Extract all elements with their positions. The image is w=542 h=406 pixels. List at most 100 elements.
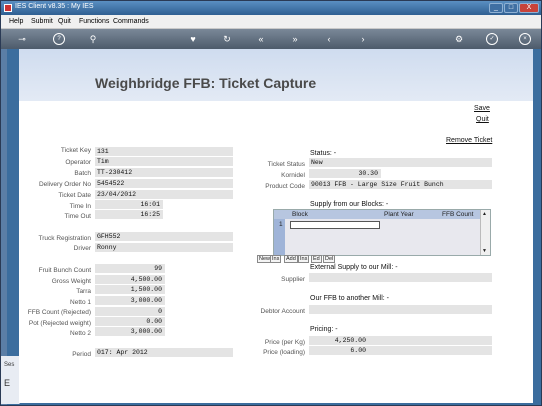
price-loading-label: Price (loading) xyxy=(263,349,305,356)
driver-label: Driver xyxy=(73,245,91,252)
menu-functions[interactable]: Functions xyxy=(79,18,109,25)
product-code-field[interactable]: 90013 FFB - Large Size Fruit Bunch xyxy=(309,180,492,189)
menu-help[interactable]: Help xyxy=(9,18,23,25)
pot-rejected-weight-field[interactable]: 0.00 xyxy=(95,317,165,326)
time-out-label: Time Out xyxy=(64,213,92,220)
header-banner: Weighbridge FFB: Ticket Capture xyxy=(19,49,533,101)
debtor-account-field[interactable] xyxy=(309,305,492,314)
pot-rejected-weight-label: Pot (Rejected weight) xyxy=(28,320,91,327)
key-icon[interactable]: ⊸ xyxy=(13,33,31,45)
grid-ins2-button[interactable]: Ins xyxy=(298,255,310,263)
settings-icon[interactable]: ⚙ xyxy=(453,33,465,45)
time-in-field[interactable]: 16:01 xyxy=(95,200,163,209)
kornidel-field[interactable]: 30.30 xyxy=(309,169,381,178)
maximize-button[interactable]: □ xyxy=(504,3,518,13)
ffb-count-rejected-label: FFB Count (Rejected) xyxy=(27,309,91,316)
grid-delete-button[interactable]: Del xyxy=(323,255,336,263)
ticket-date-field[interactable]: 23/04/2012 xyxy=(95,190,233,199)
external-supply-heading: External Supply to our Mill: - xyxy=(310,264,398,271)
save-link[interactable]: Save xyxy=(474,105,490,112)
cancel-icon[interactable]: × xyxy=(519,33,531,45)
delivery-order-field[interactable]: 5454522 xyxy=(95,179,233,188)
grid-scrollbar[interactable]: ▲ ▼ xyxy=(480,210,490,255)
col-plant-year: Plant Year xyxy=(384,211,414,218)
pricing-heading: Pricing: - xyxy=(310,326,338,333)
tarra-label: Tarra xyxy=(76,288,91,295)
grid-add-button[interactable]: Add xyxy=(284,255,298,263)
ticket-status-label: Ticket Status xyxy=(267,161,305,168)
product-code-label: Product Code xyxy=(265,183,305,190)
menu-bar: Help Submit Quit Functions Commands xyxy=(1,15,541,29)
netto1-field[interactable]: 3,000.00 xyxy=(95,296,165,305)
grid-header: Block Plant Year FFB Count xyxy=(274,210,482,219)
remove-ticket-link[interactable]: Remove Ticket xyxy=(446,137,492,144)
debtor-account-label: Debtor Account xyxy=(260,308,305,315)
heart-icon[interactable]: ♥ xyxy=(187,33,199,45)
price-per-kg-label: Price (per Kg) xyxy=(264,339,305,346)
fruit-bunch-count-field[interactable]: 99 xyxy=(95,264,165,273)
next-icon[interactable]: › xyxy=(357,33,369,45)
netto2-field[interactable]: 3,000.00 xyxy=(95,327,165,336)
price-loading-field[interactable]: 6.00 xyxy=(309,346,492,355)
batch-field[interactable]: TT-230412 xyxy=(95,168,233,177)
row-number: 1 xyxy=(279,221,283,228)
menu-submit[interactable]: Submit xyxy=(31,18,53,25)
app-window: IES Client v8.35 : My IES _ □ X Help Sub… xyxy=(0,0,542,406)
ffb-another-mill-heading: Our FFB to another Mill: - xyxy=(310,295,389,302)
ticket-key-label: Ticket Key xyxy=(60,147,91,154)
col-block: Block xyxy=(292,211,308,218)
forward-icon[interactable]: » xyxy=(289,33,301,45)
time-out-field[interactable]: 16:25 xyxy=(95,210,163,219)
title-bar: IES Client v8.35 : My IES _ □ X xyxy=(1,1,541,15)
supplier-field[interactable] xyxy=(309,273,492,282)
refresh-icon[interactable]: ↻ xyxy=(221,33,233,45)
ticket-date-label: Ticket Date xyxy=(58,192,91,199)
supply-heading: Supply from our Blocks: - xyxy=(310,201,389,208)
period-label: Period xyxy=(72,351,91,358)
quit-link[interactable]: Quit xyxy=(476,116,489,123)
batch-label: Batch xyxy=(74,170,91,177)
period-field[interactable]: 017: Apr 2012 xyxy=(95,348,233,357)
kornidel-label: Kornidel xyxy=(281,172,305,179)
tarra-field[interactable]: 1,500.00 xyxy=(95,285,165,294)
page-title: Weighbridge FFB: Ticket Capture xyxy=(95,75,317,91)
grid-edit-button[interactable]: Ed xyxy=(311,255,322,263)
operator-field[interactable]: Tim xyxy=(95,157,233,166)
truck-registration-label: Truck Registration xyxy=(38,235,92,242)
grid-ins-button[interactable]: Ins xyxy=(270,255,282,263)
supplier-label: Supplier xyxy=(281,276,305,283)
driver-field[interactable]: Ronny xyxy=(95,243,233,252)
main-content: Weighbridge FFB: Ticket Capture Save Qui… xyxy=(19,49,533,403)
close-button[interactable]: X xyxy=(519,3,539,13)
delivery-order-label: Delivery Order No xyxy=(38,181,91,188)
minimize-button[interactable]: _ xyxy=(489,3,503,13)
toolbar: ⊸ ? ⚲ ♥ ↻ « » ‹ › ⚙ ✓ × xyxy=(1,29,541,49)
operator-label: Operator xyxy=(65,159,91,166)
netto2-label: Netto 2 xyxy=(70,330,91,337)
block-cell-input[interactable] xyxy=(290,221,380,229)
window-title: IES Client v8.35 : My IES xyxy=(15,3,94,10)
app-icon xyxy=(4,4,12,12)
ticket-key-field[interactable]: 131 xyxy=(95,147,233,156)
status-heading: Status: - xyxy=(310,150,337,157)
help-icon[interactable]: ? xyxy=(53,33,65,45)
truck-registration-field[interactable]: GFH552 xyxy=(95,232,233,241)
blocks-grid[interactable]: Block Plant Year FFB Count 1 ▲ ▼ xyxy=(273,209,491,256)
side-strip xyxy=(1,49,7,405)
gross-weight-field[interactable]: 4,500.00 xyxy=(95,275,165,284)
scroll-up-icon[interactable]: ▲ xyxy=(482,211,487,217)
rewind-icon[interactable]: « xyxy=(255,33,267,45)
back-icon[interactable]: ‹ xyxy=(323,33,335,45)
search-icon[interactable]: ⚲ xyxy=(87,33,99,45)
gross-weight-label: Gross Weight xyxy=(51,278,91,285)
scroll-down-icon[interactable]: ▼ xyxy=(482,248,487,254)
menu-commands[interactable]: Commands xyxy=(113,18,149,25)
price-per-kg-field[interactable]: 4,250.00 xyxy=(309,336,492,345)
menu-quit[interactable]: Quit xyxy=(58,18,71,25)
session-label: Ses xyxy=(4,362,15,368)
ok-icon[interactable]: ✓ xyxy=(486,33,498,45)
fruit-bunch-count-label: Fruit Bunch Count xyxy=(38,267,91,274)
ticket-status-field[interactable]: New xyxy=(309,158,492,167)
session-letter: E xyxy=(4,378,11,388)
ffb-count-rejected-field[interactable]: 0 xyxy=(95,307,165,316)
